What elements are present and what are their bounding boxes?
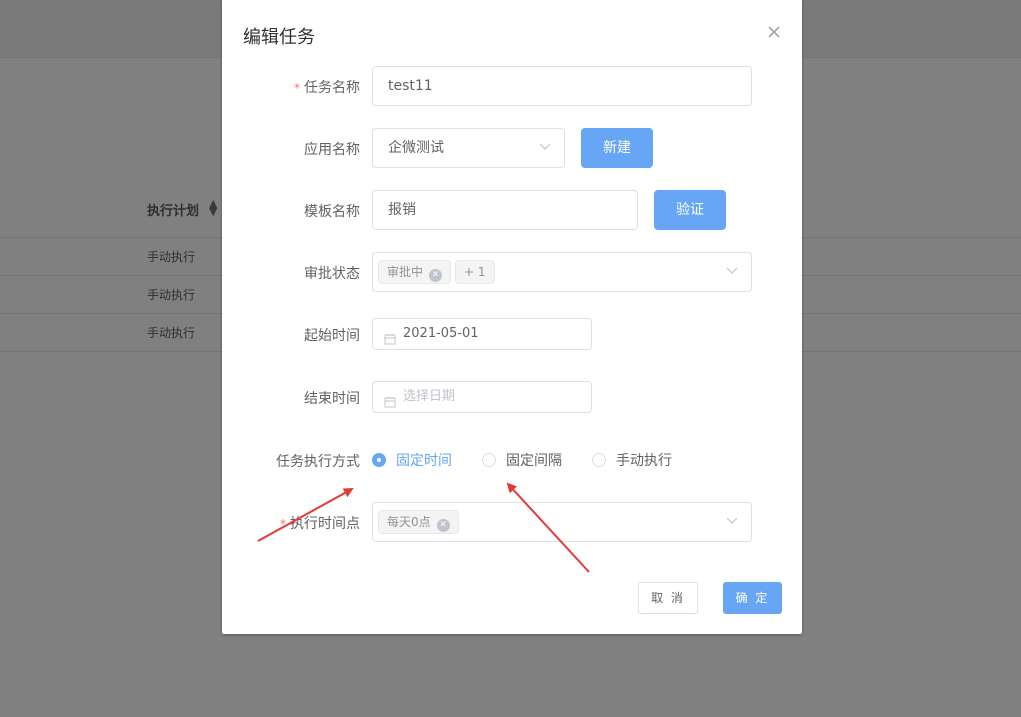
radio-unchecked-icon <box>592 453 606 467</box>
exec-mode-label: 任务执行方式 <box>276 454 360 470</box>
exec-point-label: * 执行时间点 <box>280 516 360 532</box>
table-cell: 手动执行 <box>147 250 196 264</box>
task-name-input[interactable]: test11 <box>372 66 752 106</box>
calendar-icon <box>384 390 396 408</box>
chevron-down-icon <box>538 139 552 153</box>
sort-icon[interactable]: ▲ ▼ <box>209 198 217 217</box>
task-name-label: * 任务名称 <box>294 80 360 96</box>
table-cell: 手动执行 <box>147 326 196 340</box>
chevron-down-icon <box>725 263 739 277</box>
column-header-exec-plan[interactable]: 执行计划 <box>147 200 199 219</box>
close-icon[interactable] <box>765 24 782 41</box>
approval-status-label: 审批状态 <box>304 266 360 282</box>
tag-close-icon[interactable]: ✕ <box>436 519 450 532</box>
start-time-label: 起始时间 <box>304 328 360 344</box>
calendar-icon <box>384 327 396 345</box>
app-name-label: 应用名称 <box>304 142 360 158</box>
radio-fixed-interval[interactable]: 固定间隔 <box>482 452 562 470</box>
radio-manual[interactable]: 手动执行 <box>592 452 672 470</box>
template-name-label: 模板名称 <box>304 204 360 220</box>
tag-close-icon[interactable]: ✕ <box>429 269 443 282</box>
exec-point-tag: 每天0点 ✕ <box>378 510 459 534</box>
required-mark: * <box>294 81 300 95</box>
edit-task-dialog: 编辑任务 * 任务名称 test11 应用名称 企微测试 新建 模板名称 报销 验… <box>222 0 802 634</box>
required-mark: * <box>280 517 286 531</box>
chevron-down-icon <box>725 513 739 527</box>
status-tag: 审批中 ✕ <box>378 260 452 284</box>
end-time-label: 结束时间 <box>304 391 360 407</box>
dialog-title: 编辑任务 <box>243 27 315 48</box>
more-tags-badge: + 1 <box>455 260 495 284</box>
confirm-button[interactable]: 确 定 <box>723 582 782 614</box>
table-cell: 手动执行 <box>147 288 196 302</box>
start-date-picker[interactable]: 2021-05-01 <box>372 318 592 350</box>
verify-button[interactable]: 验证 <box>654 190 726 230</box>
exec-point-select[interactable]: 每天0点 ✕ <box>372 502 752 542</box>
new-app-button[interactable]: 新建 <box>581 128 653 168</box>
end-date-picker[interactable]: 选择日期 <box>372 381 592 413</box>
radio-fixed-time[interactable]: 固定时间 <box>372 452 452 470</box>
radio-unchecked-icon <box>482 453 496 467</box>
app-name-select[interactable]: 企微测试 <box>372 128 565 168</box>
approval-status-select[interactable]: 审批中 ✕ + 1 <box>372 252 752 292</box>
radio-checked-icon <box>372 453 386 467</box>
cancel-button[interactable]: 取 消 <box>638 582 698 614</box>
template-name-input[interactable]: 报销 <box>372 190 638 230</box>
